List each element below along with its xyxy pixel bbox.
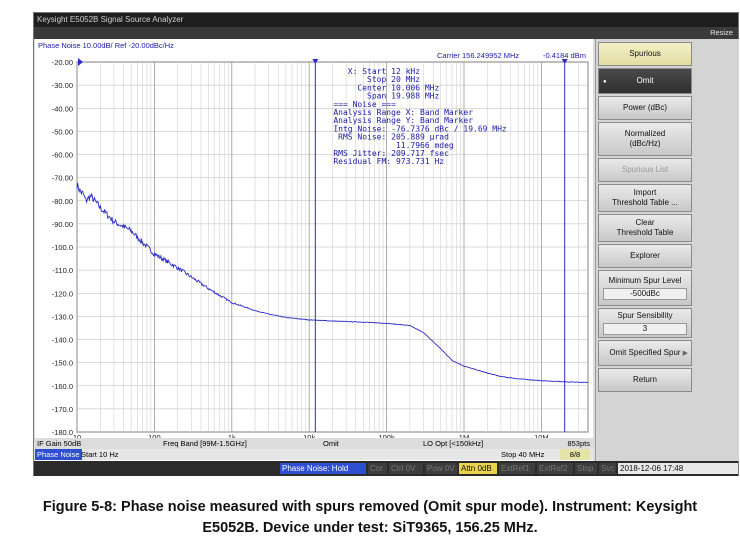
- y-tick-label: -60.00: [52, 151, 73, 160]
- if-gain-label: IF Gain 50dB: [37, 439, 82, 448]
- selected-dot-icon: ●: [603, 79, 607, 85]
- softkey-normalized[interactable]: Normalized (dBc/Hz): [598, 122, 692, 156]
- y-tick-label: -100.0: [52, 243, 73, 252]
- spur-sensibility-value[interactable]: 3: [603, 323, 687, 335]
- cor-indicator: Cor: [368, 463, 387, 474]
- extref1-indicator: ExtRef1: [499, 463, 535, 474]
- softkey-title-spurious: Spurious: [598, 42, 692, 66]
- plot-panel: Phase Noise 10.00dB/ Ref -20.00dBc/Hz Ca…: [35, 39, 593, 461]
- submenu-arrow-icon: ▶: [682, 350, 688, 357]
- attn-indicator: Attn 0dB: [459, 463, 497, 474]
- softkey-spur-sensibility[interactable]: Spur Sensibility 3: [598, 308, 692, 338]
- min-spur-level-value[interactable]: -500dBc: [603, 288, 687, 300]
- measurement-state: Phase Noise: Hold: [280, 463, 366, 474]
- y-tick-label: -90.00: [52, 220, 73, 229]
- y-tick-label: -30.00: [52, 81, 73, 90]
- softkey-omit-specified-spur[interactable]: Omit Specified Spur ▶: [598, 340, 692, 366]
- y-tick-label: -40.00: [52, 104, 73, 113]
- y-tick-label: -50.00: [52, 127, 73, 136]
- ctrl-indicator: Ctrl 0V: [389, 463, 423, 474]
- softkey-min-spur-level[interactable]: Minimum Spur Level -500dBc: [598, 270, 692, 306]
- analyzer-window: Keysight E5052B Signal Source Analyzer R…: [33, 12, 739, 476]
- measure-label: Phase Noise: [35, 449, 82, 460]
- y-tick-label: -130.0: [52, 312, 73, 321]
- sweep-count: 8/8: [560, 449, 590, 460]
- y-tick-label: -120.0: [52, 289, 73, 298]
- lo-opt-label: LO Opt [<150kHz]: [423, 439, 484, 448]
- freq-band-label: Freq Band [99M-1.5GHz]: [163, 439, 247, 448]
- extref2-indicator: ExtRef2: [537, 463, 573, 474]
- figure-caption-line-1: Figure 5-8: Phase noise measured with sp…: [42, 499, 698, 515]
- softkey-omit[interactable]: ● Omit: [598, 68, 692, 94]
- date-time: 2018-12-06 17:48: [618, 463, 738, 474]
- y-tick-label: -170.0: [52, 405, 73, 414]
- marker-readout: -0.4184 dBm: [543, 51, 586, 60]
- y-tick-label: -20.00: [52, 58, 73, 67]
- status-row-2: Phase Noise Start 10 Hz Stop 40 MHz 8/8: [35, 449, 593, 460]
- figure-caption-line-2: E5052B. Device under test: SiT9365, 156.…: [202, 520, 538, 536]
- softkey-return[interactable]: Return: [598, 368, 692, 392]
- plot-header: Phase Noise 10.00dB/ Ref -20.00dBc/Hz: [38, 41, 174, 50]
- status-row-1: IF Gain 50dB Freq Band [99M-1.5GHz] Omit…: [35, 438, 593, 449]
- softkey-spurious-list[interactable]: Spurious List: [598, 158, 692, 182]
- y-tick-label: -140.0: [52, 336, 73, 345]
- figure-caption: Figure 5-8: Phase noise measured with sp…: [0, 497, 740, 539]
- phase-noise-chart: Phase Noise 10.00dB/ Ref -20.00dBc/Hz Ca…: [35, 39, 593, 461]
- y-tick-label: -110.0: [52, 266, 73, 275]
- svc-indicator: Svc: [599, 463, 616, 474]
- carrier-readout: Carrier 156.249952 MHz: [437, 51, 519, 60]
- resize-button[interactable]: Resize: [710, 27, 733, 39]
- softkey-menu: Spurious ● Omit Power (dBc) Normalized (d…: [595, 39, 739, 461]
- instrument-status-bar: Phase Noise: Hold Cor Ctrl 0V Pow 0V Att…: [34, 461, 738, 476]
- y-tick-label: -150.0: [52, 359, 73, 368]
- stop-indicator: Stop: [575, 463, 597, 474]
- start-freq-label: Start 10 Hz: [81, 450, 119, 459]
- y-tick-label: -80.00: [52, 197, 73, 206]
- omit-status-label: Omit: [323, 439, 339, 448]
- softkey-import-threshold[interactable]: Import Threshold Table ...: [598, 184, 692, 212]
- softkey-explorer[interactable]: Explorer: [598, 244, 692, 268]
- y-tick-label: -70.00: [52, 174, 73, 183]
- y-tick-label: -180.0: [52, 428, 73, 437]
- stop-freq-label: Stop 40 MHz: [501, 450, 545, 459]
- softkey-power-dbc[interactable]: Power (dBc): [598, 96, 692, 120]
- points-label: 853pts: [567, 439, 590, 448]
- menu-bar: [34, 27, 738, 39]
- softkey-clear-threshold[interactable]: Clear Threshold Table: [598, 214, 692, 242]
- window-title: Keysight E5052B Signal Source Analyzer: [34, 13, 738, 27]
- y-tick-label: -160.0: [52, 382, 73, 391]
- info-line: Residual FM: 973.731 Hz: [333, 157, 444, 166]
- pow-indicator: Pow 0V: [425, 463, 457, 474]
